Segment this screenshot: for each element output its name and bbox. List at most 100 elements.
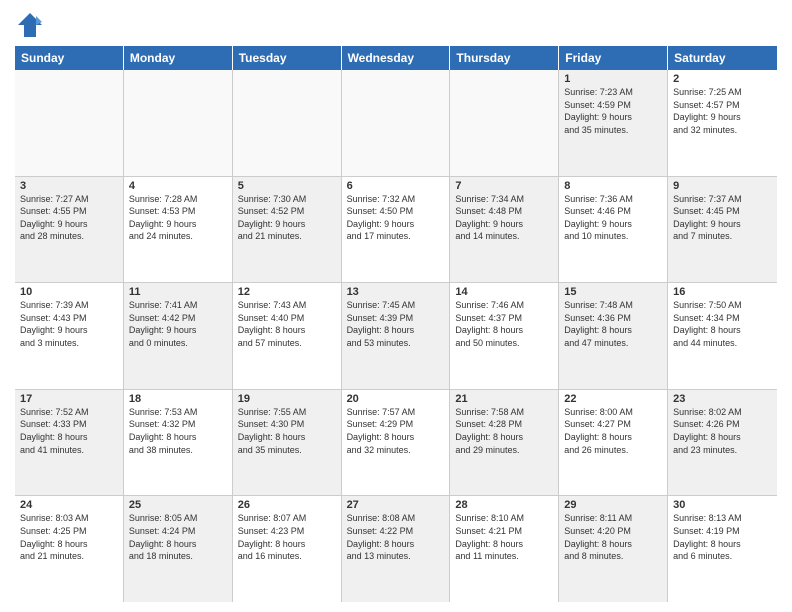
logo-icon bbox=[15, 10, 45, 40]
calendar-header: SundayMondayTuesdayWednesdayThursdayFrid… bbox=[15, 46, 777, 70]
day-number: 30 bbox=[673, 499, 772, 511]
day-number: 5 bbox=[238, 180, 336, 192]
cal-cell-0-4 bbox=[450, 70, 559, 176]
day-detail: Sunrise: 8:00 AM Sunset: 4:27 PM Dayligh… bbox=[564, 406, 662, 456]
header-day-monday: Monday bbox=[124, 46, 233, 70]
day-number: 7 bbox=[455, 180, 553, 192]
cal-cell-3-1: 18Sunrise: 7:53 AM Sunset: 4:32 PM Dayli… bbox=[124, 390, 233, 496]
day-number: 1 bbox=[564, 73, 662, 85]
day-number: 20 bbox=[347, 393, 445, 405]
cal-cell-4-6: 30Sunrise: 8:13 AM Sunset: 4:19 PM Dayli… bbox=[668, 496, 777, 602]
day-number: 18 bbox=[129, 393, 227, 405]
day-detail: Sunrise: 8:07 AM Sunset: 4:23 PM Dayligh… bbox=[238, 512, 336, 562]
cal-cell-1-0: 3Sunrise: 7:27 AM Sunset: 4:55 PM Daylig… bbox=[15, 177, 124, 283]
day-number: 14 bbox=[455, 286, 553, 298]
day-number: 27 bbox=[347, 499, 445, 511]
cal-cell-0-5: 1Sunrise: 7:23 AM Sunset: 4:59 PM Daylig… bbox=[559, 70, 668, 176]
day-number: 21 bbox=[455, 393, 553, 405]
day-detail: Sunrise: 8:03 AM Sunset: 4:25 PM Dayligh… bbox=[20, 512, 118, 562]
day-detail: Sunrise: 7:37 AM Sunset: 4:45 PM Dayligh… bbox=[673, 193, 772, 243]
header-day-tuesday: Tuesday bbox=[233, 46, 342, 70]
cal-cell-4-2: 26Sunrise: 8:07 AM Sunset: 4:23 PM Dayli… bbox=[233, 496, 342, 602]
day-detail: Sunrise: 7:53 AM Sunset: 4:32 PM Dayligh… bbox=[129, 406, 227, 456]
header-day-wednesday: Wednesday bbox=[342, 46, 451, 70]
cal-cell-1-6: 9Sunrise: 7:37 AM Sunset: 4:45 PM Daylig… bbox=[668, 177, 777, 283]
cal-cell-2-0: 10Sunrise: 7:39 AM Sunset: 4:43 PM Dayli… bbox=[15, 283, 124, 389]
day-detail: Sunrise: 7:58 AM Sunset: 4:28 PM Dayligh… bbox=[455, 406, 553, 456]
calendar-body: 1Sunrise: 7:23 AM Sunset: 4:59 PM Daylig… bbox=[15, 70, 777, 602]
day-detail: Sunrise: 7:23 AM Sunset: 4:59 PM Dayligh… bbox=[564, 86, 662, 136]
cal-cell-4-1: 25Sunrise: 8:05 AM Sunset: 4:24 PM Dayli… bbox=[124, 496, 233, 602]
day-number: 2 bbox=[673, 73, 772, 85]
day-detail: Sunrise: 7:36 AM Sunset: 4:46 PM Dayligh… bbox=[564, 193, 662, 243]
page: SundayMondayTuesdayWednesdayThursdayFrid… bbox=[0, 0, 792, 612]
day-detail: Sunrise: 8:02 AM Sunset: 4:26 PM Dayligh… bbox=[673, 406, 772, 456]
cal-cell-0-1 bbox=[124, 70, 233, 176]
cal-cell-0-6: 2Sunrise: 7:25 AM Sunset: 4:57 PM Daylig… bbox=[668, 70, 777, 176]
day-detail: Sunrise: 8:08 AM Sunset: 4:22 PM Dayligh… bbox=[347, 512, 445, 562]
cal-cell-1-4: 7Sunrise: 7:34 AM Sunset: 4:48 PM Daylig… bbox=[450, 177, 559, 283]
day-detail: Sunrise: 7:39 AM Sunset: 4:43 PM Dayligh… bbox=[20, 299, 118, 349]
day-number: 4 bbox=[129, 180, 227, 192]
day-detail: Sunrise: 7:41 AM Sunset: 4:42 PM Dayligh… bbox=[129, 299, 227, 349]
day-detail: Sunrise: 7:57 AM Sunset: 4:29 PM Dayligh… bbox=[347, 406, 445, 456]
day-number: 26 bbox=[238, 499, 336, 511]
day-number: 22 bbox=[564, 393, 662, 405]
day-number: 24 bbox=[20, 499, 118, 511]
day-number: 12 bbox=[238, 286, 336, 298]
cal-cell-0-0 bbox=[15, 70, 124, 176]
day-detail: Sunrise: 7:55 AM Sunset: 4:30 PM Dayligh… bbox=[238, 406, 336, 456]
day-number: 15 bbox=[564, 286, 662, 298]
calendar-row-3: 17Sunrise: 7:52 AM Sunset: 4:33 PM Dayli… bbox=[15, 390, 777, 497]
day-number: 29 bbox=[564, 499, 662, 511]
day-detail: Sunrise: 7:45 AM Sunset: 4:39 PM Dayligh… bbox=[347, 299, 445, 349]
day-number: 16 bbox=[673, 286, 772, 298]
cal-cell-2-1: 11Sunrise: 7:41 AM Sunset: 4:42 PM Dayli… bbox=[124, 283, 233, 389]
cal-cell-3-5: 22Sunrise: 8:00 AM Sunset: 4:27 PM Dayli… bbox=[559, 390, 668, 496]
cal-cell-4-3: 27Sunrise: 8:08 AM Sunset: 4:22 PM Dayli… bbox=[342, 496, 451, 602]
cal-cell-3-0: 17Sunrise: 7:52 AM Sunset: 4:33 PM Dayli… bbox=[15, 390, 124, 496]
header-day-thursday: Thursday bbox=[450, 46, 559, 70]
day-detail: Sunrise: 8:10 AM Sunset: 4:21 PM Dayligh… bbox=[455, 512, 553, 562]
calendar-row-1: 3Sunrise: 7:27 AM Sunset: 4:55 PM Daylig… bbox=[15, 177, 777, 284]
cal-cell-1-5: 8Sunrise: 7:36 AM Sunset: 4:46 PM Daylig… bbox=[559, 177, 668, 283]
cal-cell-3-4: 21Sunrise: 7:58 AM Sunset: 4:28 PM Dayli… bbox=[450, 390, 559, 496]
day-detail: Sunrise: 7:48 AM Sunset: 4:36 PM Dayligh… bbox=[564, 299, 662, 349]
day-detail: Sunrise: 7:32 AM Sunset: 4:50 PM Dayligh… bbox=[347, 193, 445, 243]
cal-cell-2-4: 14Sunrise: 7:46 AM Sunset: 4:37 PM Dayli… bbox=[450, 283, 559, 389]
day-number: 10 bbox=[20, 286, 118, 298]
cal-cell-2-3: 13Sunrise: 7:45 AM Sunset: 4:39 PM Dayli… bbox=[342, 283, 451, 389]
day-detail: Sunrise: 7:25 AM Sunset: 4:57 PM Dayligh… bbox=[673, 86, 772, 136]
cal-cell-0-2 bbox=[233, 70, 342, 176]
day-detail: Sunrise: 8:05 AM Sunset: 4:24 PM Dayligh… bbox=[129, 512, 227, 562]
header-day-friday: Friday bbox=[559, 46, 668, 70]
cal-cell-0-3 bbox=[342, 70, 451, 176]
calendar-row-2: 10Sunrise: 7:39 AM Sunset: 4:43 PM Dayli… bbox=[15, 283, 777, 390]
cal-cell-4-4: 28Sunrise: 8:10 AM Sunset: 4:21 PM Dayli… bbox=[450, 496, 559, 602]
day-detail: Sunrise: 8:13 AM Sunset: 4:19 PM Dayligh… bbox=[673, 512, 772, 562]
cal-cell-4-5: 29Sunrise: 8:11 AM Sunset: 4:20 PM Dayli… bbox=[559, 496, 668, 602]
cal-cell-4-0: 24Sunrise: 8:03 AM Sunset: 4:25 PM Dayli… bbox=[15, 496, 124, 602]
header-day-sunday: Sunday bbox=[15, 46, 124, 70]
cal-cell-3-2: 19Sunrise: 7:55 AM Sunset: 4:30 PM Dayli… bbox=[233, 390, 342, 496]
cal-cell-1-2: 5Sunrise: 7:30 AM Sunset: 4:52 PM Daylig… bbox=[233, 177, 342, 283]
header bbox=[15, 10, 777, 40]
calendar: SundayMondayTuesdayWednesdayThursdayFrid… bbox=[15, 46, 777, 602]
calendar-row-0: 1Sunrise: 7:23 AM Sunset: 4:59 PM Daylig… bbox=[15, 70, 777, 177]
day-number: 8 bbox=[564, 180, 662, 192]
day-number: 13 bbox=[347, 286, 445, 298]
logo bbox=[15, 10, 49, 40]
cal-cell-2-5: 15Sunrise: 7:48 AM Sunset: 4:36 PM Dayli… bbox=[559, 283, 668, 389]
cal-cell-1-3: 6Sunrise: 7:32 AM Sunset: 4:50 PM Daylig… bbox=[342, 177, 451, 283]
day-number: 17 bbox=[20, 393, 118, 405]
cal-cell-2-2: 12Sunrise: 7:43 AM Sunset: 4:40 PM Dayli… bbox=[233, 283, 342, 389]
day-number: 3 bbox=[20, 180, 118, 192]
day-detail: Sunrise: 7:43 AM Sunset: 4:40 PM Dayligh… bbox=[238, 299, 336, 349]
day-detail: Sunrise: 7:34 AM Sunset: 4:48 PM Dayligh… bbox=[455, 193, 553, 243]
header-day-saturday: Saturday bbox=[668, 46, 777, 70]
day-detail: Sunrise: 7:52 AM Sunset: 4:33 PM Dayligh… bbox=[20, 406, 118, 456]
day-number: 6 bbox=[347, 180, 445, 192]
calendar-row-4: 24Sunrise: 8:03 AM Sunset: 4:25 PM Dayli… bbox=[15, 496, 777, 602]
cal-cell-3-3: 20Sunrise: 7:57 AM Sunset: 4:29 PM Dayli… bbox=[342, 390, 451, 496]
day-number: 19 bbox=[238, 393, 336, 405]
